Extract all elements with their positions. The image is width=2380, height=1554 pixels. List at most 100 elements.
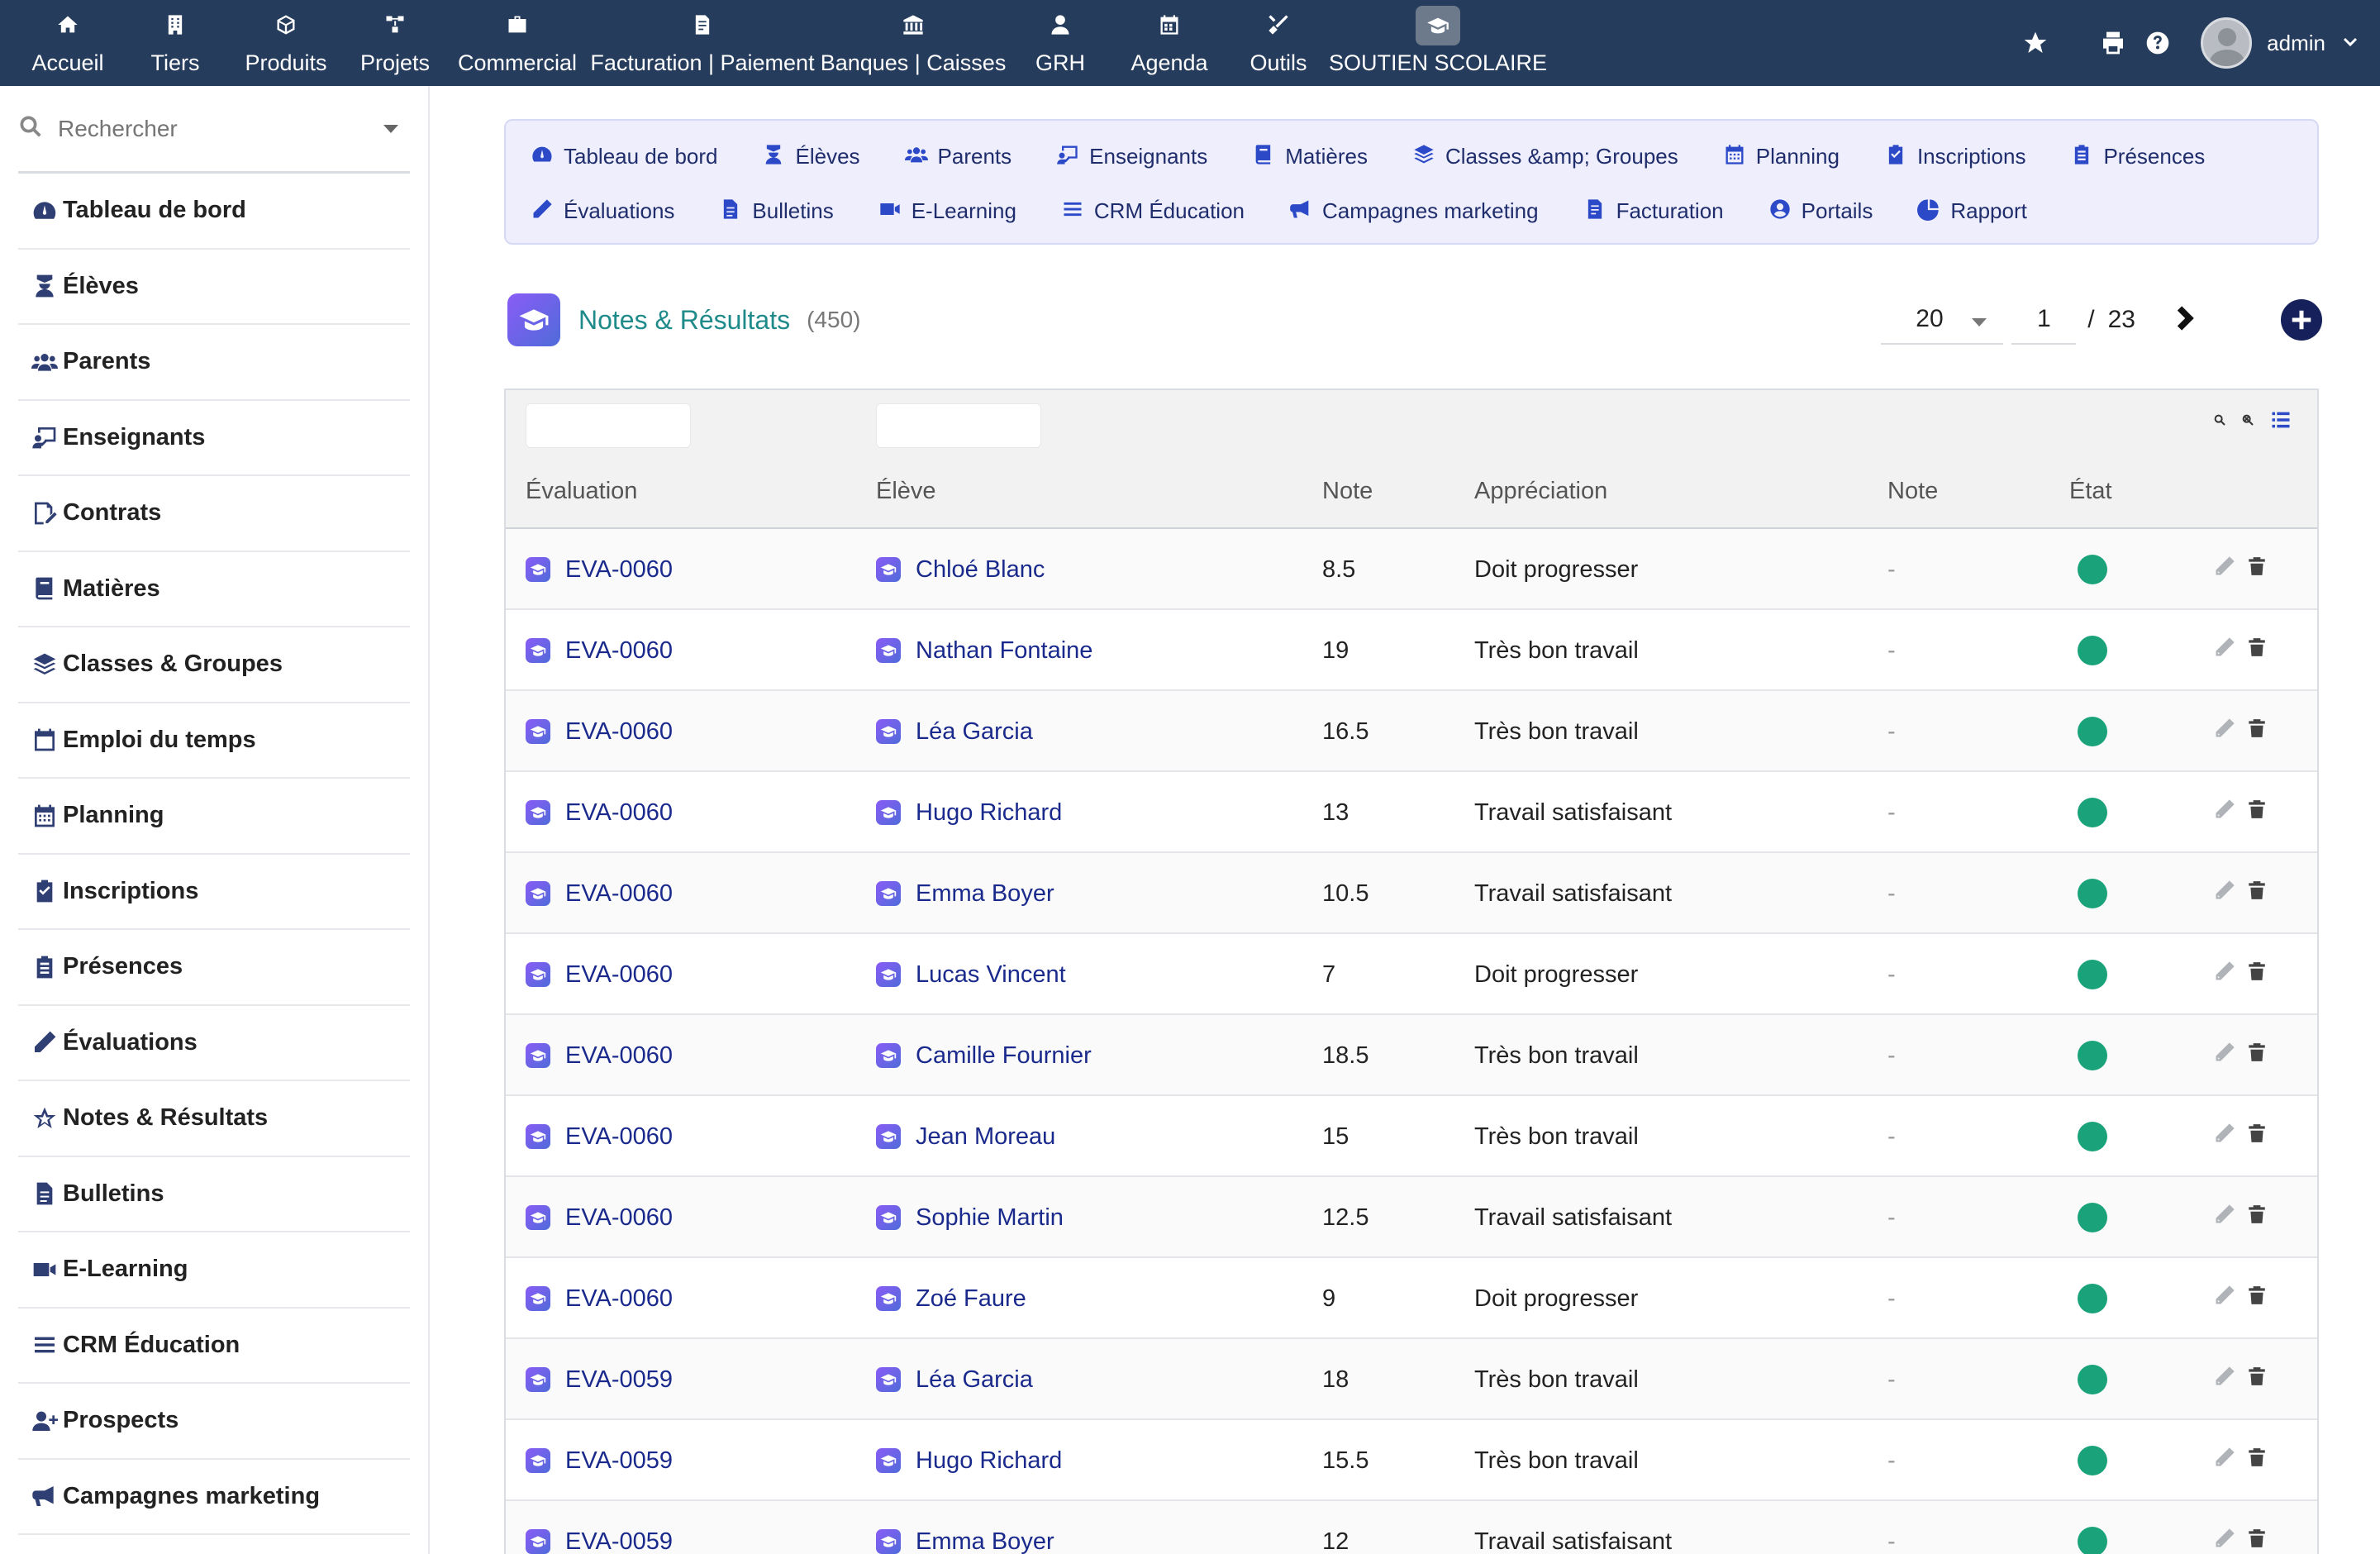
print-icon[interactable]: [2095, 25, 2131, 61]
column-header-appreciation[interactable]: Appréciation: [1474, 478, 1607, 505]
column-header-note[interactable]: Note: [1322, 478, 1373, 505]
eleve-link[interactable]: Jean Moreau: [916, 1123, 1055, 1151]
eleve-link[interactable]: Hugo Richard: [916, 1447, 1062, 1475]
add-record-button[interactable]: [2281, 299, 2322, 341]
edit-pencil-icon[interactable]: [2213, 1365, 2236, 1394]
edit-pencil-icon[interactable]: [2213, 1041, 2236, 1070]
tab-planning[interactable]: Planning: [1723, 129, 1840, 184]
tab-parents[interactable]: Parents: [904, 129, 1011, 184]
tab-tableau-de-bord[interactable]: Tableau de bord: [531, 129, 717, 184]
sidebar-item-planning[interactable]: Planning: [18, 779, 410, 855]
edit-pencil-icon[interactable]: [2213, 1122, 2236, 1151]
edit-pencil-icon[interactable]: [2213, 636, 2236, 665]
tab-matieres[interactable]: Matières: [1252, 129, 1368, 184]
chevron-right-icon[interactable]: [2168, 303, 2202, 336]
tab-e-learning[interactable]: E-Learning: [878, 184, 1016, 238]
eleve-link[interactable]: Lucas Vincent: [916, 961, 1066, 989]
filter-eleve-input[interactable]: [876, 403, 1041, 448]
delete-trash-icon[interactable]: [2246, 1204, 2268, 1232]
evaluation-link[interactable]: EVA-0059: [565, 1528, 673, 1554]
column-header-note-2[interactable]: Note: [1887, 478, 1938, 505]
delete-trash-icon[interactable]: [2246, 961, 2268, 989]
evaluation-link[interactable]: EVA-0060: [565, 1285, 673, 1313]
sidebar-item-evaluations[interactable]: Évaluations: [18, 1006, 410, 1081]
search-icon[interactable]: [2213, 413, 2226, 431]
menu-item-banques[interactable]: Banques | Caisses: [820, 0, 1007, 86]
sidebar-item-parents[interactable]: Parents: [18, 325, 410, 401]
column-header-evaluation[interactable]: Évaluation: [526, 478, 637, 505]
column-list-icon[interactable]: [2269, 408, 2292, 436]
menu-item-grh[interactable]: GRH: [1007, 0, 1114, 86]
sidebar-item-notes-resultats[interactable]: Notes & Résultats: [18, 1081, 410, 1157]
menu-item-tiers[interactable]: Tiers: [119, 0, 231, 86]
eleve-link[interactable]: Léa Garcia: [916, 1366, 1033, 1394]
evaluation-link[interactable]: EVA-0059: [565, 1447, 673, 1475]
eleve-link[interactable]: Zoé Faure: [916, 1285, 1026, 1313]
delete-trash-icon[interactable]: [2246, 1123, 2268, 1151]
per-page-select[interactable]: 20: [1881, 295, 2004, 345]
tab-crm-education[interactable]: CRM Éducation: [1061, 184, 1245, 238]
filter-evaluation-input[interactable]: [526, 403, 691, 448]
tab-rapport[interactable]: Rapport: [1917, 184, 2027, 238]
delete-trash-icon[interactable]: [2246, 1366, 2268, 1394]
evaluation-link[interactable]: EVA-0060: [565, 1204, 673, 1232]
tab-inscriptions[interactable]: Inscriptions: [1884, 129, 2025, 184]
sidebar-item-enseignants[interactable]: Enseignants: [18, 401, 410, 476]
sidebar-item-crm-education[interactable]: CRM Éducation: [18, 1309, 410, 1384]
sidebar-item-tableau-de-bord[interactable]: Tableau de bord: [18, 174, 410, 250]
page-number-input[interactable]: [2011, 295, 2077, 345]
chevron-down-icon[interactable]: [2340, 31, 2363, 55]
tab-evaluations[interactable]: Évaluations: [531, 184, 674, 238]
menu-item-outils[interactable]: Outils: [1225, 0, 1332, 86]
tab-portails[interactable]: Portails: [1768, 184, 1873, 238]
evaluation-link[interactable]: EVA-0060: [565, 1123, 673, 1151]
edit-pencil-icon[interactable]: [2213, 555, 2236, 584]
eleve-link[interactable]: Emma Boyer: [916, 880, 1054, 908]
help-icon[interactable]: [2140, 25, 2176, 61]
sidebar-item-eleves[interactable]: Élèves: [18, 250, 410, 325]
evaluation-link[interactable]: EVA-0060: [565, 1042, 673, 1070]
delete-trash-icon[interactable]: [2246, 1285, 2268, 1313]
tab-campagnes-marketing[interactable]: Campagnes marketing: [1289, 184, 1539, 238]
evaluation-link[interactable]: EVA-0060: [565, 799, 673, 827]
star-icon[interactable]: [2017, 25, 2054, 61]
edit-pencil-icon[interactable]: [2213, 1446, 2236, 1475]
sidebar-item-matieres[interactable]: Matières: [18, 552, 410, 627]
eleve-link[interactable]: Hugo Richard: [916, 799, 1062, 827]
delete-trash-icon[interactable]: [2246, 555, 2268, 584]
tab-facturation[interactable]: Facturation: [1583, 184, 1724, 238]
evaluation-link[interactable]: EVA-0060: [565, 961, 673, 989]
delete-trash-icon[interactable]: [2246, 1042, 2268, 1070]
edit-pencil-icon[interactable]: [2213, 960, 2236, 989]
edit-pencil-icon[interactable]: [2213, 879, 2236, 908]
menu-item-produits[interactable]: Produits: [231, 0, 340, 86]
sidebar-item-campagnes-marketing[interactable]: Campagnes marketing: [18, 1460, 410, 1535]
delete-trash-icon[interactable]: [2246, 717, 2268, 746]
column-header-eleve[interactable]: Élève: [876, 478, 936, 505]
tab-eleves[interactable]: Élèves: [762, 129, 860, 184]
edit-pencil-icon[interactable]: [2213, 1203, 2236, 1232]
sidebar-item-contrats[interactable]: Contrats: [18, 476, 410, 552]
edit-pencil-icon[interactable]: [2213, 1527, 2236, 1554]
clear-search-icon[interactable]: [2241, 413, 2254, 431]
menu-item-commercial[interactable]: Commercial: [450, 0, 585, 86]
sidebar-item-e-learning[interactable]: E-Learning: [18, 1232, 410, 1309]
evaluation-link[interactable]: EVA-0060: [565, 637, 673, 665]
column-header-etat[interactable]: État: [2069, 478, 2112, 505]
menu-item-soutien-scolaire[interactable]: SOUTIEN SCOLAIRE: [1329, 0, 1547, 86]
tab-classes-groupes[interactable]: Classes &amp; Groupes: [1412, 129, 1678, 184]
delete-trash-icon[interactable]: [2246, 1447, 2268, 1475]
eleve-link[interactable]: Léa Garcia: [916, 718, 1033, 746]
menu-item-projets[interactable]: Projets: [340, 0, 450, 86]
menu-item-accueil[interactable]: Accueil: [17, 0, 119, 86]
sidebar-item-emploi-du-temps[interactable]: Emploi du temps: [18, 703, 410, 779]
eleve-link[interactable]: Chloé Blanc: [916, 556, 1045, 584]
eleve-link[interactable]: Nathan Fontaine: [916, 637, 1092, 665]
avatar[interactable]: [2201, 17, 2253, 69]
user-name[interactable]: admin: [2267, 31, 2325, 56]
sidebar-item-inscriptions[interactable]: Inscriptions: [18, 855, 410, 930]
evaluation-link[interactable]: EVA-0060: [565, 718, 673, 746]
eleve-link[interactable]: Emma Boyer: [916, 1528, 1054, 1554]
sidebar-item-prospects[interactable]: Prospects: [18, 1384, 410, 1460]
delete-trash-icon[interactable]: [2246, 879, 2268, 908]
